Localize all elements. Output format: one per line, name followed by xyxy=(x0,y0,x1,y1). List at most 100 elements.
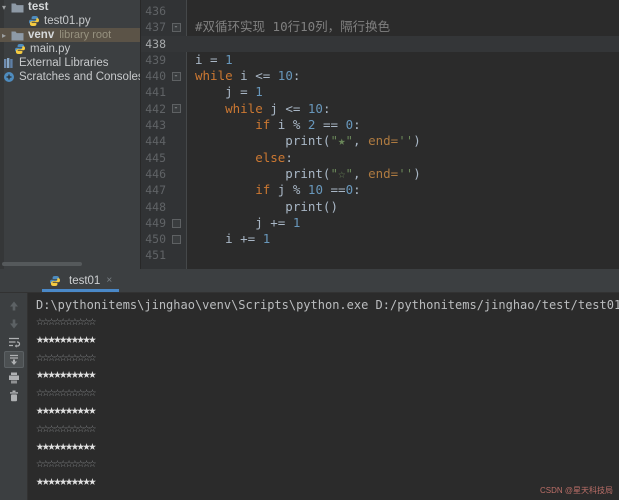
editor-line-438[interactable]: 438 xyxy=(141,36,619,52)
line-number: 442 xyxy=(141,101,166,117)
run-tab-label: test01 xyxy=(69,275,100,287)
program-output: ☆☆☆☆☆☆☆☆☆☆★★★★★★★★★★☆☆☆☆☆☆☆☆☆☆★★★★★★★★★★… xyxy=(36,313,619,491)
fold-marker-icon[interactable] xyxy=(172,219,181,228)
line-number: 439 xyxy=(141,52,166,68)
code-text: while j <= 10: xyxy=(188,101,331,117)
code-text: i += 1 xyxy=(188,231,270,247)
pycharm-window: ▾ test test01.py▸venvlibrary rootmain.py Ex… xyxy=(0,0,619,500)
up-arrow-icon[interactable] xyxy=(4,297,24,314)
editor-line-446[interactable]: 446 print("☆", end='') xyxy=(141,166,619,182)
run-tool-window: test01 × D:\pythonitems\jinghao\venv\Scr… xyxy=(0,269,619,500)
editor-line-436[interactable]: 436 xyxy=(141,3,619,19)
soft-wrap-icon[interactable] xyxy=(4,333,24,350)
down-arrow-icon[interactable] xyxy=(4,315,24,332)
line-number: 436 xyxy=(141,3,166,19)
code-text: else: xyxy=(188,150,293,166)
python-icon xyxy=(28,15,40,27)
code-text: if j % 10 ==0: xyxy=(188,182,361,198)
line-number: 450 xyxy=(141,231,166,247)
scroll-to-end-icon[interactable] xyxy=(4,351,24,368)
tree-item-main-py[interactable]: main.py xyxy=(0,42,140,56)
output-row: ☆☆☆☆☆☆☆☆☆☆ xyxy=(36,384,619,402)
output-row: ★★★★★★★★★★ xyxy=(36,438,619,456)
editor-line-448[interactable]: 448 print() xyxy=(141,199,619,215)
project-tree: ▾ test test01.py▸venvlibrary rootmain.py Ex… xyxy=(0,0,140,84)
editor-line-447[interactable]: 447 if j % 10 ==0: xyxy=(141,182,619,198)
tree-item-scratches-and-consoles[interactable]: Scratches and Consoles xyxy=(0,70,140,84)
fold-marker-icon[interactable]: - xyxy=(172,72,181,81)
line-number: 443 xyxy=(141,117,166,133)
output-row: ☆☆☆☆☆☆☆☆☆☆ xyxy=(36,455,619,473)
watermark: CSDN @星天科技局 xyxy=(540,485,613,496)
code-text: print("☆", end='') xyxy=(188,166,421,182)
line-number: 438 xyxy=(141,36,166,52)
line-number: 446 xyxy=(141,166,166,182)
editor-line-445[interactable]: 445 else: xyxy=(141,150,619,166)
line-number: 444 xyxy=(141,133,166,149)
output-row: ★★★★★★★★★★ xyxy=(36,331,619,349)
editor-line-440[interactable]: 440-while i <= 10: xyxy=(141,68,619,84)
line-number: 440 xyxy=(141,68,166,84)
run-tab-bar: test01 × xyxy=(0,269,619,293)
chevron-right-icon[interactable]: ▸ xyxy=(2,31,11,40)
code-text xyxy=(188,3,195,19)
editor-line-450[interactable]: 450 i += 1 xyxy=(141,231,619,247)
libraries-icon xyxy=(3,57,15,69)
tree-item-label: test xyxy=(28,1,48,13)
tree-item-test01-py[interactable]: test01.py xyxy=(0,14,140,28)
tree-item-venv[interactable]: ▸venvlibrary root xyxy=(0,28,140,42)
run-tab-test01[interactable]: test01 × xyxy=(42,269,119,292)
chevron-down-icon[interactable]: ▾ xyxy=(2,3,11,12)
project-tree-scrollbar[interactable] xyxy=(2,262,82,266)
output-row: ★★★★★★★★★★ xyxy=(36,366,619,384)
fold-marker-icon[interactable] xyxy=(172,235,181,244)
trash-icon[interactable] xyxy=(4,387,24,404)
tree-item-label: main.py xyxy=(30,43,70,55)
folder-icon xyxy=(11,30,24,41)
editor-line-437[interactable]: 437-#双循环实现 10行10列，隔行换色 xyxy=(141,19,619,35)
line-number: 449 xyxy=(141,215,166,231)
code-text: j = 1 xyxy=(188,84,263,100)
scratches-icon xyxy=(3,71,15,83)
console-output[interactable]: D:\pythonitems\jinghao\venv\Scripts\pyth… xyxy=(28,293,619,500)
editor-line-441[interactable]: 441 j = 1 xyxy=(141,84,619,100)
tree-item-label: External Libraries xyxy=(19,57,108,69)
printer-icon[interactable] xyxy=(4,369,24,386)
editor-line-443[interactable]: 443 if i % 2 == 0: xyxy=(141,117,619,133)
editor-line-451[interactable]: 451 xyxy=(141,247,619,263)
line-number: 437 xyxy=(141,19,166,35)
code-text xyxy=(188,247,195,263)
output-row: ☆☆☆☆☆☆☆☆☆☆ xyxy=(36,349,619,367)
line-number: 448 xyxy=(141,199,166,215)
code-text: i = 1 xyxy=(188,52,233,68)
tree-item-label: test01.py xyxy=(44,15,91,27)
tree-item-test[interactable]: ▾ test xyxy=(0,0,140,14)
code-text xyxy=(188,36,195,52)
code-text: print() xyxy=(188,199,338,215)
fold-marker-icon[interactable]: - xyxy=(172,23,181,32)
output-row: ☆☆☆☆☆☆☆☆☆☆ xyxy=(36,420,619,438)
line-number: 447 xyxy=(141,182,166,198)
editor-line-449[interactable]: 449 j += 1 xyxy=(141,215,619,231)
editor-line-439[interactable]: 439 i = 1 xyxy=(141,52,619,68)
console-body: D:\pythonitems\jinghao\venv\Scripts\pyth… xyxy=(0,293,619,500)
fold-marker-icon[interactable]: - xyxy=(172,104,181,113)
folder-icon xyxy=(11,2,24,13)
code-text: j += 1 xyxy=(188,215,300,231)
code-text: #双循环实现 10行10列，隔行换色 xyxy=(188,19,390,35)
tree-item-external-libraries[interactable]: External Libraries xyxy=(0,56,140,70)
close-tab-icon[interactable]: × xyxy=(106,275,112,286)
project-tool-window: ▾ test test01.py▸venvlibrary rootmain.py Ex… xyxy=(0,0,141,269)
editor-line-444[interactable]: 444 print("★", end='') xyxy=(141,133,619,149)
code-text: print("★", end='') xyxy=(188,133,421,149)
editor-line-442[interactable]: 442- while j <= 10: xyxy=(141,101,619,117)
tree-item-suffix: library root xyxy=(59,29,111,41)
line-number: 441 xyxy=(141,84,166,100)
code-text: while i <= 10: xyxy=(188,68,300,84)
python-run-icon xyxy=(49,275,61,287)
code-editor[interactable]: 436437-#双循环实现 10行10列，隔行换色438439i = 1440-… xyxy=(141,0,619,269)
line-number: 445 xyxy=(141,150,166,166)
python-icon xyxy=(14,43,26,55)
tree-item-label: Scratches and Consoles xyxy=(19,71,141,83)
editor-lines: 436437-#双循环实现 10行10列，隔行换色438439i = 1440-… xyxy=(141,3,619,264)
